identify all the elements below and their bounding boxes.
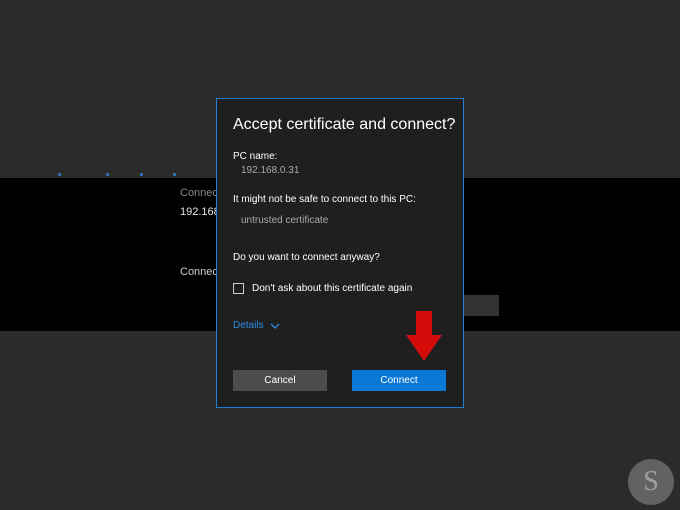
background-connect-label: Connect [180,187,221,199]
warning-label: It might not be safe to connect to this … [233,194,416,205]
logo-icon: S [628,459,674,505]
remember-certificate-checkbox[interactable] [233,283,244,294]
chevron-down-icon [270,323,280,329]
remember-certificate-label: Don't ask about this certificate again [252,283,413,294]
connect-question: Do you want to connect anyway? [233,252,380,263]
dialog-title: Accept certificate and connect? [233,116,456,133]
certificate-dialog: Accept certificate and connect? PC name:… [216,98,464,408]
pc-name-label: PC name: [233,151,278,162]
details-toggle[interactable]: Details [233,320,280,331]
pc-name-value: 192.168.0.31 [241,165,300,176]
background-connect-label-2: Connect [180,266,221,278]
remember-certificate-option[interactable]: Don't ask about this certificate again [233,283,412,294]
cancel-button[interactable]: Cancel [233,370,327,391]
background-accent-mark [173,173,176,176]
background-accent-mark [106,173,109,176]
background-accent-mark [140,173,143,176]
details-label: Details [233,320,264,331]
connect-button[interactable]: Connect [352,370,446,391]
warning-value: untrusted certificate [241,215,329,226]
arrow-down-icon [406,311,442,361]
background-accent-mark [58,173,61,176]
